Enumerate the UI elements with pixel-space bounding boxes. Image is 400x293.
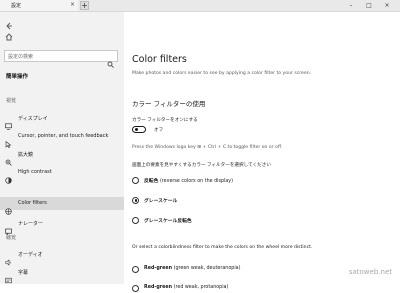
sidebar-item-color-filters[interactable]: Color filters [0,197,124,215]
back-icon[interactable] [5,15,13,30]
radio-desc: (green weak, deuteranopia) [173,266,241,271]
radio-circle[interactable] [132,176,139,184]
new-tab-button[interactable]: + [80,1,89,10]
section-title: カラー フィルターの使用 [132,100,206,108]
toggle-label: カラー フィルターをオンにする [132,118,198,123]
sidebar-item-label: 字幕 [18,270,29,276]
speaker-icon [5,251,12,266]
radio-name: Red-green [144,285,173,290]
gear-icon [2,3,8,18]
color-filter-toggle[interactable] [132,126,146,133]
radio-protanopia[interactable]: Red-green (red weak, protanopia) [132,284,372,293]
cursor-icon [5,133,12,148]
narrator-icon [5,220,12,236]
sidebar-item-label: 拡大鏡 [18,152,34,158]
radio-desc: (red weak, protanopia) [173,285,229,290]
radio-circle[interactable] [132,196,139,204]
radio-circle[interactable] [132,216,139,224]
tab-title: 設定 [11,3,22,9]
captions-icon [5,269,12,284]
sidebar-item-high-contrast[interactable]: High contrast [0,166,124,184]
radio-inverted[interactable]: 反転色 (reverse colors on the display) [132,176,372,185]
sidebar-item-captions[interactable]: 字幕 [0,266,124,284]
sidebar-title: 簡単操作 [6,74,29,80]
section-header-hearing: 聴覚 [6,235,17,241]
section-header-vision: 視覚 [6,98,17,104]
filter-group-label: 画面上の要素を見やすくするカラー フィルターを選択してください [132,163,271,168]
sidebar-item-cursor[interactable]: Cursor, pointer, and touch feedback [0,130,124,148]
colorblind-intro: Or select a colorblindness filter to mak… [132,245,313,250]
shortcut-hint: Press the Windows logo key ⊞ + Ctrl + C … [132,145,283,150]
toggle-knob [134,128,138,132]
radio-name: グレースケール反転色 [144,219,192,224]
radio-selected-dot [134,199,138,202]
page-title: Color filters [132,54,187,65]
search-input[interactable]: 設定の検索 [4,50,118,68]
display-icon [5,115,12,130]
radio-circle[interactable] [132,265,139,273]
settings-tab[interactable]: 設定 × [0,0,78,18]
home-icon[interactable] [5,26,13,41]
color-filter-icon [5,200,12,215]
sidebar-item-magnifier[interactable]: 拡大鏡 [0,148,124,166]
sidebar-item-label: Color filters [18,200,47,206]
search-icon[interactable] [107,53,114,68]
radio-circle[interactable] [132,284,139,292]
magnifier-icon [5,151,12,166]
title-bar: 設定 × + – □ × [0,0,400,18]
radio-name: Red-green [144,266,173,271]
close-window-button[interactable]: × [380,0,394,11]
search-placeholder: 設定の検索 [8,54,34,60]
contrast-icon [5,169,12,184]
sidebar: 設定の検索 簡単操作 視覚 ディスプレイ Cursor, pointer, an… [0,12,124,284]
page-description: Make photos and colors easier to see by … [132,71,312,76]
sidebar-item-label: ナレーター [18,221,44,227]
main-content: Color filters Make photos and colors eas… [124,12,400,292]
radio-desc: (reverse colors on the display) [159,179,234,184]
sidebar-item-display[interactable]: ディスプレイ [0,112,124,130]
sidebar-item-audio[interactable]: オーディオ [0,248,124,266]
sidebar-item-label: オーディオ [18,252,43,258]
watermark: satoweb.net [348,268,392,276]
radio-name: グレースケール [144,199,178,204]
radio-grayscale-inverted[interactable]: グレースケール反転色 [132,216,372,225]
radio-grayscale[interactable]: グレースケール [132,196,372,205]
sidebar-item-label: High contrast [18,169,52,175]
sidebar-item-label: ディスプレイ [18,116,48,122]
minimize-button[interactable]: – [344,0,358,11]
maximize-button[interactable]: □ [362,0,376,11]
close-tab-button[interactable]: × [70,1,75,8]
sidebar-item-narrator[interactable]: ナレーター [0,217,124,236]
sidebar-item-label: Cursor, pointer, and touch feedback [18,133,109,139]
radio-name: 反転色 [144,179,159,184]
toggle-state: オフ [154,128,164,133]
radio-deuteranopia[interactable]: Red-green (green weak, deuteranopia) [132,265,372,274]
